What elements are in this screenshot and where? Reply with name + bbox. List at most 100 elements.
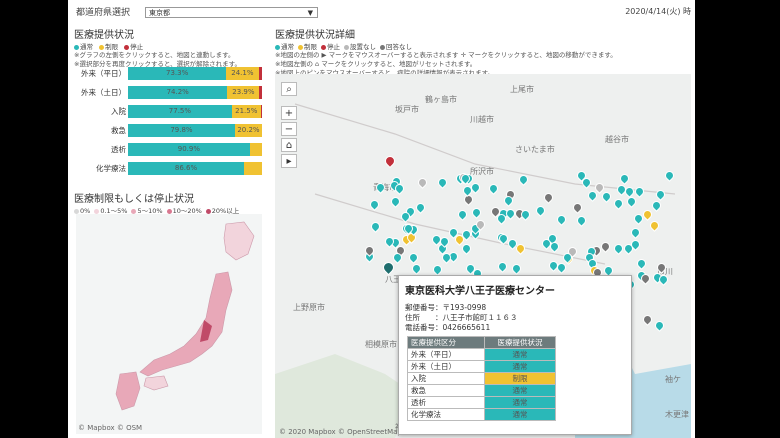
status-bar-label[interactable]: 透析: [74, 142, 126, 157]
status-bar-row[interactable]: 外来（平日） 73.3% 24.1%: [74, 66, 268, 81]
prefecture-select-value: 東京都: [149, 9, 170, 17]
restriction-section-header: 医療制限もしくは停止状況 0% 0.1～5% 5～10% 10～20% 20%以上: [74, 190, 243, 215]
status-bar-label[interactable]: 救急: [74, 123, 126, 138]
hill-area: [275, 354, 415, 438]
top-bar: 都道府県選択 東京都 ▼ 2020/4/14(火) 時: [68, 0, 695, 24]
table-cell-category: 入院: [407, 372, 485, 385]
bar-segment-normal[interactable]: 90.9%: [128, 143, 250, 156]
table-cell-category: 外来（土日）: [407, 360, 485, 373]
map-search-button[interactable]: ⌕: [281, 82, 297, 96]
legend-normal: 通常: [80, 43, 93, 51]
map-place-label: 上野原市: [293, 303, 325, 312]
map-home-button[interactable]: ⌂: [281, 138, 297, 152]
status-bar-track[interactable]: 86.6%: [128, 162, 262, 175]
map-attribution: © 2020 Mapbox © OpenStreetMap: [279, 428, 402, 436]
detail-legend-item: 設置なし: [344, 43, 376, 51]
japan-map[interactable]: © Mapbox © OSM: [76, 214, 262, 434]
status-bar-row[interactable]: 透析 90.9%: [74, 142, 268, 157]
detail-legend: 通常 制限 停止 設置なし 回答なし: [275, 41, 695, 51]
status-bar-label[interactable]: 入院: [74, 104, 126, 119]
table-cell-category: 救急: [407, 384, 485, 397]
status-bar-label[interactable]: 外来（平日）: [74, 66, 126, 81]
map-place-label: 坂戸市: [395, 105, 419, 114]
status-bar-row[interactable]: 化学療法 86.6%: [74, 161, 268, 176]
map-place-label: 上尾市: [510, 85, 534, 94]
status-bar-row[interactable]: 入院 77.5% 21.5%: [74, 104, 268, 119]
legend-dot-icon: [131, 208, 137, 214]
legend-dot-icon: [166, 208, 172, 214]
bar-segment-normal[interactable]: 73.3%: [128, 67, 227, 80]
map-place-label: 越谷市: [605, 135, 629, 144]
prefecture-select[interactable]: 東京都 ▼: [145, 7, 318, 18]
table-cell-category: 化学療法: [407, 408, 485, 421]
detail-legend-item: 回答なし: [380, 43, 412, 51]
bar-segment-limited[interactable]: [249, 143, 262, 156]
restriction-section-title: 医療制限もしくは停止状況: [74, 190, 243, 205]
address-label: 住所: [405, 313, 420, 322]
legend-dot-icon: [344, 44, 349, 50]
left-panel: 医療提供状況 通常 制限 停止 ※グラフの左側をクリックすると、地図と連動します…: [74, 26, 268, 175]
bar-segment-limited[interactable]: [244, 162, 262, 175]
detail-note-1-text: ※地図の左側の ▶ マークをマウスオーバーすると表示されます: [275, 51, 459, 59]
status-section-title: 医療提供状況: [74, 30, 134, 41]
status-bar-track[interactable]: 90.9%: [128, 143, 262, 156]
status-bar-row[interactable]: 外来（土日） 74.2% 23.9%: [74, 85, 268, 100]
detail-legend-item: 制限: [298, 43, 317, 51]
table-cell-status: 制限: [484, 372, 556, 385]
detail-note-1: ※地図の左側の ▶ マークをマウスオーバーすると表示されます ✛ マークをクリッ…: [275, 51, 695, 60]
bar-segment-normal[interactable]: 79.8%: [128, 124, 235, 137]
table-cell-status: 通常: [484, 348, 556, 361]
bar-segment-limited[interactable]: 24.1%: [226, 67, 259, 80]
detail-legend-item: 停止: [321, 43, 340, 51]
table-row: 外来（土日） 通常: [407, 360, 556, 373]
map-place-label: 所沢市: [470, 167, 494, 176]
status-bar-track[interactable]: 77.5% 21.5%: [128, 105, 262, 118]
legend-dot-icon: [205, 208, 211, 214]
normal-dot-icon: [74, 44, 79, 50]
legend-dot-icon: [94, 208, 100, 214]
legend-dot-icon: [380, 44, 385, 50]
status-bar-track[interactable]: 79.8% 20.2%: [128, 124, 262, 137]
phone-line: 電話番号：0426665611: [405, 323, 491, 332]
detail-note-2: ※地図左側の ⌂ マークをクリックすると、地図がリセットされます。: [275, 60, 477, 68]
shikoku-shape[interactable]: [143, 375, 169, 391]
bar-segment-normal[interactable]: 74.2%: [128, 86, 228, 99]
bar-segment-normal[interactable]: 86.6%: [128, 162, 245, 175]
hokkaido-shape[interactable]: [223, 221, 255, 261]
prefecture-label: 都道府県選択: [76, 8, 131, 18]
phone-value: 0426665611: [442, 323, 491, 332]
map-place-label: 木更津: [665, 410, 689, 419]
stopped-dot-icon: [124, 44, 130, 50]
table-row: 外来（平日） 通常: [407, 348, 556, 361]
kyushu-shape[interactable]: [115, 371, 141, 411]
status-bar-track[interactable]: 73.3% 24.1%: [128, 67, 262, 80]
address-value: 八王子市館町１１６３: [442, 313, 518, 322]
status-bar-label[interactable]: 化学療法: [74, 161, 126, 176]
bar-segment-stopped[interactable]: [258, 67, 262, 80]
hospital-name: 東京医科大学八王子医療センター: [405, 286, 555, 297]
postal-value: 〒193-0998: [442, 303, 487, 312]
table-cell-status: 通常: [484, 384, 556, 397]
bar-segment-stopped[interactable]: [259, 86, 262, 99]
zoom-out-button[interactable]: −: [281, 122, 297, 136]
map-place-label: 袖ケ: [665, 375, 681, 384]
bar-segment-limited[interactable]: 21.5%: [231, 105, 261, 118]
table-cell-status: 通常: [484, 360, 556, 373]
status-bar-track[interactable]: 74.2% 23.9%: [128, 86, 262, 99]
honshu-shape[interactable]: [139, 271, 233, 377]
road-line: [314, 193, 606, 265]
limited-dot-icon: [99, 44, 105, 50]
map-place-label: 相模原市: [365, 340, 397, 349]
table-row: 化学療法 通常: [407, 408, 556, 421]
bar-segment-stopped[interactable]: [260, 105, 262, 118]
map-expand-button[interactable]: ▸: [281, 154, 297, 168]
status-bar-label[interactable]: 外来（土日）: [74, 85, 126, 100]
status-bar-row[interactable]: 救急 79.8% 20.2%: [74, 123, 268, 138]
zoom-in-button[interactable]: +: [281, 106, 297, 120]
bar-segment-normal[interactable]: 77.5%: [128, 105, 232, 118]
bar-segment-limited[interactable]: 23.9%: [227, 86, 260, 99]
bar-segment-limited[interactable]: 20.2%: [234, 124, 262, 137]
map-place-label: 鶴ヶ島市: [425, 95, 457, 104]
hospital-status-table: 医療提供区分 医療提供状況 外来（平日） 通常 外来（土日） 通常 入院 制限 救急 通常 透析…: [407, 336, 556, 421]
restriction-title-text: 医療制限もしくは停止状況: [74, 194, 194, 205]
